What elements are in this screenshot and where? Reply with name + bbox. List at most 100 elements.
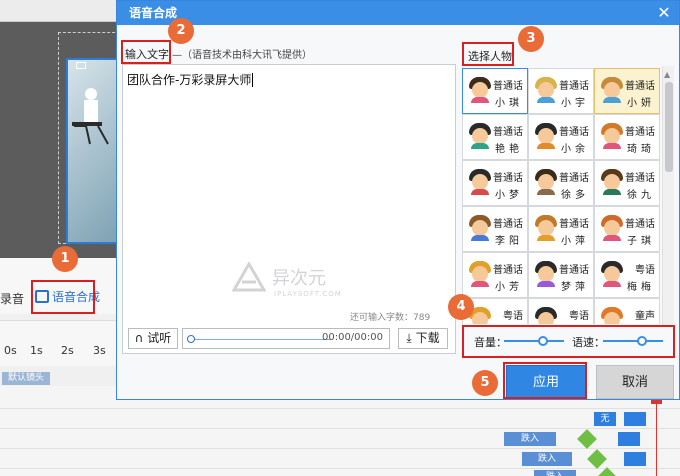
track-divider [0,468,680,469]
character-name: 小梦 [495,190,523,201]
audio-player[interactable]: 00:00/00:00 [182,328,390,349]
avatar-icon [601,123,623,149]
character-option[interactable]: 普通话 小萍 [528,206,594,252]
character-name: 子琪 [627,236,655,247]
character-language: 粤语 [503,311,523,322]
track-label[interactable]: 默认镜头 [2,372,50,385]
download-button[interactable]: ⤓ 下载 [398,328,448,349]
clip-fall-in[interactable]: 跌入 [534,470,576,476]
avatar-icon [535,123,557,149]
character-option[interactable]: 普通话 梦萍 [528,252,594,298]
character-option[interactable]: 粤语 [528,298,594,324]
avatar-icon [469,261,491,287]
character-name: 徐九 [627,190,655,201]
character-scrollbar[interactable]: ▲ [662,66,674,326]
character-language: 普通话 [625,81,655,92]
listen-button[interactable]: ∩ 试听 [128,328,178,349]
character-option[interactable]: 粤语梅梅 [594,252,660,298]
avatar-icon [469,77,491,103]
character-name: 小余 [561,144,589,155]
avatar-icon [469,123,491,149]
character-language: 普通话 [493,81,523,92]
headphones-icon: ∩ [134,331,144,345]
tech-provider-note: —（语音技术由科大讯飞提供） [172,50,312,61]
character-option[interactable]: 普通话 小余 [528,114,594,160]
character-language: 普通话 [559,127,589,138]
clip-block[interactable] [624,412,646,426]
character-option[interactable]: 普通话 子琪 [594,206,660,252]
character-name: 小琪 [495,98,523,109]
character-option[interactable]: 普通话 艳艳 [462,114,528,160]
avatar-icon [535,261,557,287]
clip-none[interactable]: 无 [594,412,616,426]
character-option[interactable]: 普通话 李阳 [462,206,528,252]
timeline-ruler [0,320,120,366]
character-option[interactable]: 童声 [594,298,660,324]
character-name: 小妍 [627,98,655,109]
highlight-box-speech-tool [31,280,95,314]
tick-3s: 3s [93,344,106,357]
close-icon[interactable]: ✕ [655,4,673,22]
highlight-box-character-label [462,42,514,66]
step-badge-3: 3 [518,26,544,52]
clip-fall-in[interactable]: 跌入 [504,432,556,446]
step-badge-5: 5 [472,370,498,396]
avatar-icon [469,169,491,195]
avatar-icon [601,77,623,103]
character-language: 粤语 [569,311,589,322]
character-option[interactable]: 普通话 小妍 [594,68,660,114]
text-caret [252,73,254,87]
cancel-button[interactable]: 取消 [596,365,674,399]
avatar-icon [601,215,623,241]
track-divider [0,448,680,449]
character-option[interactable]: 普通话 琦琦 [594,114,660,160]
character-name: 琦琦 [627,144,655,155]
track-divider [0,408,680,409]
character-language: 普通话 [493,219,523,230]
progress-knob[interactable] [187,335,195,343]
clip-fall-in[interactable]: 跌入 [522,452,572,466]
clip-block[interactable] [624,452,646,466]
character-name: 梅梅 [627,282,655,293]
character-language: 普通话 [559,265,589,276]
character-option[interactable]: 普通话 小梦 [462,160,528,206]
character-language: 粤语 [635,265,655,276]
character-name: 小萍 [561,236,589,247]
tick-0s: 0s [4,344,17,357]
character-option[interactable]: 普通话 小琪 [462,68,528,114]
speech-text-value: 团队合作-万彩录屏大师 [127,73,252,87]
character-name: 徐多 [561,190,589,201]
character-language: 普通话 [493,265,523,276]
step-badge-4: 4 [448,294,474,320]
step-badge-2: 2 [168,18,194,44]
scrollbar-thumb[interactable] [665,82,673,172]
watermark-subtitle: IPLAYSOFT.COM [274,290,342,298]
character-option[interactable]: 普通话 徐多 [528,160,594,206]
editor-top-bar [0,0,120,22]
player-time: 00:00/00:00 [321,332,383,343]
download-label: 下载 [415,331,440,345]
avatar-icon [601,169,623,195]
watermark-title: 异次元 [272,268,326,289]
avatar-icon [535,77,557,103]
character-option[interactable]: 普通话 徐九 [594,160,660,206]
character-language: 普通话 [493,173,523,184]
avatar-icon [601,261,623,287]
character-name: 小宇 [561,98,589,109]
record-audio-tool[interactable]: 录音 [0,290,24,307]
step-badge-1: 1 [52,246,78,272]
character-option[interactable]: 普通话 小芳 [462,252,528,298]
playhead[interactable] [656,396,657,476]
clip-block[interactable] [618,432,640,446]
character-name: 梦萍 [561,282,589,293]
character-option[interactable]: 普通话 小宇 [528,68,594,114]
scroll-up-icon[interactable]: ▲ [664,70,670,79]
tick-1s: 1s [30,344,43,357]
video-thumbnail[interactable] [66,58,120,244]
watermark-logo-icon [231,260,267,292]
avatar-icon [535,215,557,241]
character-language: 普通话 [493,127,523,138]
character-language: 普通话 [559,81,589,92]
character-language: 童声 [635,311,655,322]
download-icon: ⤓ [406,331,412,345]
